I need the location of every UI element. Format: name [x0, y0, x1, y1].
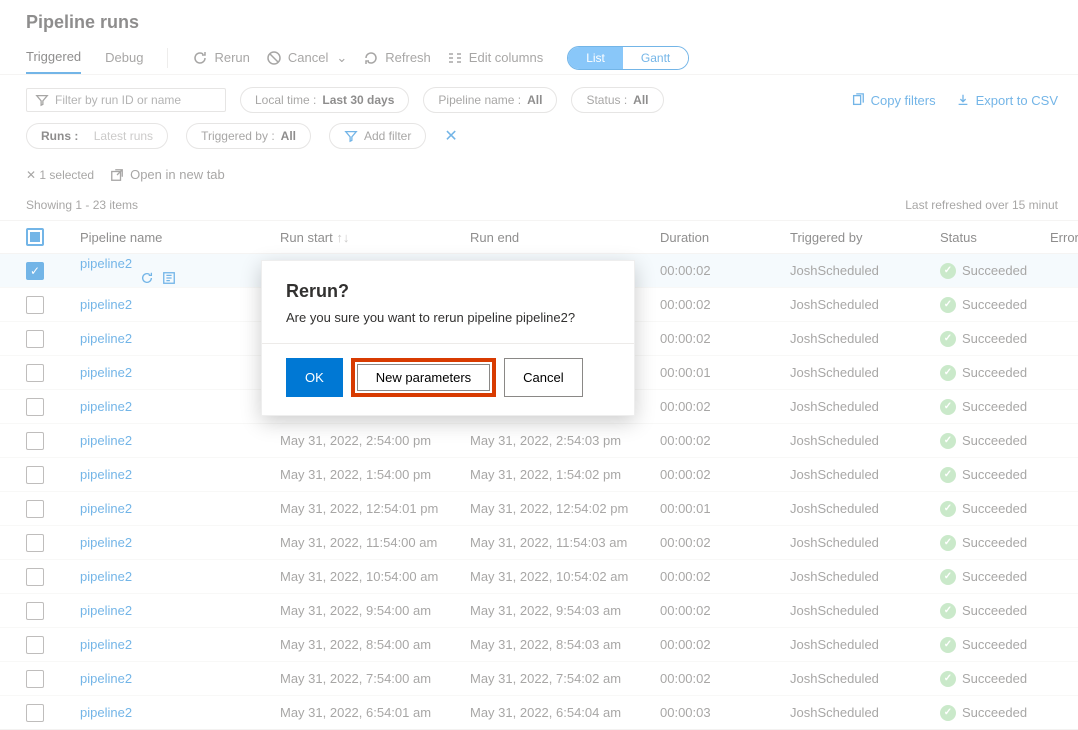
dialog-title: Rerun?	[262, 261, 634, 310]
rerun-dialog: Rerun? Are you sure you want to rerun pi…	[261, 260, 635, 416]
new-parameters-button[interactable]: New parameters	[357, 364, 490, 391]
ok-button[interactable]: OK	[286, 358, 343, 397]
dialog-cancel-button[interactable]: Cancel	[504, 358, 582, 397]
highlight-box: New parameters	[351, 358, 496, 397]
dialog-buttons: OK New parameters Cancel	[262, 343, 634, 415]
dialog-body: Are you sure you want to rerun pipeline …	[262, 310, 634, 343]
